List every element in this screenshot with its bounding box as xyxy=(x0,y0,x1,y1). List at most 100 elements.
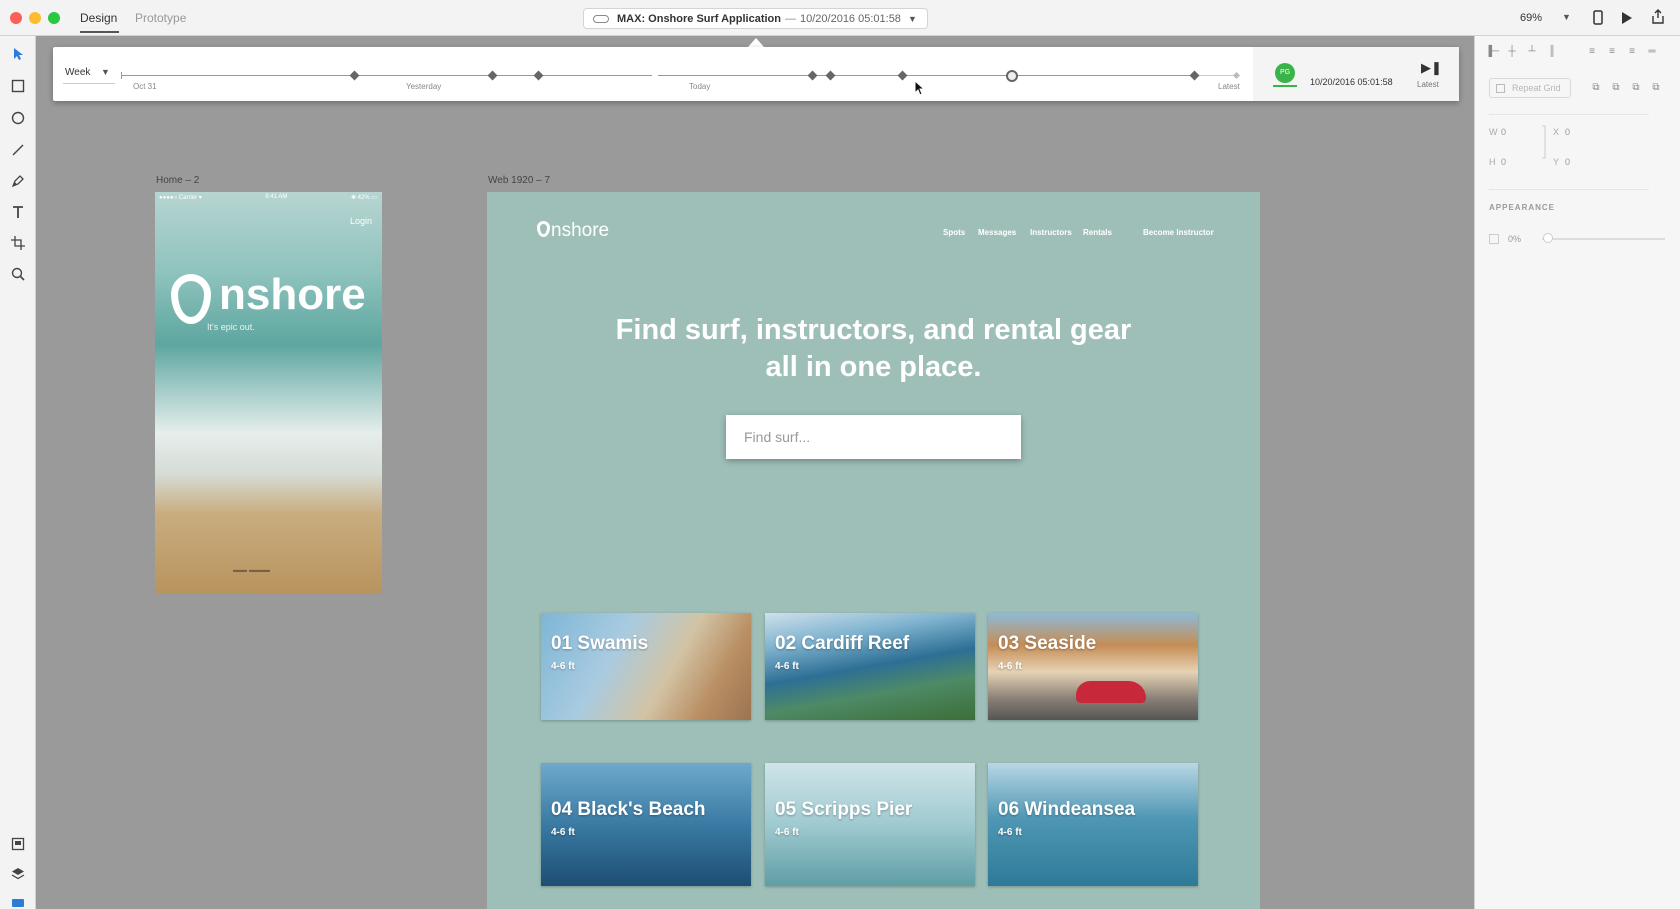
spot-card-wave-height: 4-6 ft xyxy=(551,827,575,838)
property-inspector: ▐─ ┼ ┴ ║ ≡ ≡ ≡ ═ Repeat Grid ⧉ ⧉ ⧉ ⧉ W 0… xyxy=(1474,36,1680,909)
avatar-indicator xyxy=(1273,85,1297,87)
nav-instructors[interactable]: Instructors xyxy=(1030,228,1072,237)
height-label: H xyxy=(1489,157,1496,167)
web-logo[interactable]: nshore xyxy=(537,220,609,242)
login-link[interactable]: Login xyxy=(350,216,372,226)
tools-toolbar xyxy=(0,36,36,909)
repeat-grid-icon xyxy=(1496,84,1505,93)
x-label: X xyxy=(1553,127,1560,137)
spot-card-wave-height: 4-6 ft xyxy=(775,661,799,672)
title-separator: — xyxy=(785,12,796,25)
pen-tool-icon[interactable] xyxy=(10,173,26,189)
version-marker[interactable] xyxy=(825,70,836,81)
align-center-icon[interactable]: ≡ xyxy=(1605,46,1619,58)
artboard-tool-icon[interactable] xyxy=(10,235,26,251)
version-marker[interactable] xyxy=(533,70,544,81)
lock-aspect-icon[interactable] xyxy=(1541,124,1549,160)
headline-line: all in one place. xyxy=(765,351,982,383)
device-preview-icon[interactable] xyxy=(1592,10,1604,26)
share-icon[interactable] xyxy=(1651,9,1665,25)
version-marker[interactable] xyxy=(807,70,818,81)
version-marker[interactable] xyxy=(1189,70,1200,81)
version-marker[interactable] xyxy=(897,70,908,81)
boolean-exclude-icon[interactable]: ⧉ xyxy=(1649,82,1663,94)
artboard-label[interactable]: Web 1920 – 7 xyxy=(488,175,550,186)
align-top-icon[interactable]: ▐─ xyxy=(1485,46,1499,58)
spot-card[interactable]: 01 Swamis 4-6 ft xyxy=(541,613,751,720)
jump-to-latest-icon[interactable]: ▶❚ xyxy=(1421,60,1442,76)
spot-card-wave-height: 4-6 ft xyxy=(998,827,1022,838)
latest-version-marker[interactable] xyxy=(1232,71,1241,80)
zoom-level[interactable]: 69% xyxy=(1520,12,1542,24)
nav-become-instructor[interactable]: Become Instructor xyxy=(1143,228,1214,237)
nav-spots[interactable]: Spots xyxy=(943,228,965,237)
spot-card[interactable]: 04 Black's Beach 4-6 ft xyxy=(541,763,751,886)
chevron-down-icon[interactable]: ▼ xyxy=(1562,12,1571,22)
selected-version-marker[interactable] xyxy=(1006,70,1018,82)
boolean-subtract-icon[interactable]: ⧉ xyxy=(1609,82,1623,94)
spot-card[interactable]: 02 Cardiff Reef 4-6 ft xyxy=(765,613,975,720)
text-tool-icon[interactable] xyxy=(10,204,26,220)
mobile-logo: nshore xyxy=(219,270,366,319)
repeat-grid-button[interactable]: Repeat Grid xyxy=(1489,78,1571,98)
search-input[interactable]: Find surf... xyxy=(726,415,1021,459)
distribute-vertical-icon[interactable]: ║ xyxy=(1545,46,1559,58)
comments-panel-icon[interactable] xyxy=(10,896,26,909)
timeline-label: Yesterday xyxy=(406,82,442,91)
minimize-window-button[interactable] xyxy=(29,12,41,24)
width-label: W xyxy=(1489,127,1498,137)
align-middle-icon[interactable]: ┼ xyxy=(1505,46,1519,58)
height-field[interactable]: 0 xyxy=(1501,157,1506,167)
document-timestamp: 10/20/2016 05:01:58 xyxy=(800,12,901,25)
tab-prototype[interactable]: Prototype xyxy=(135,11,186,25)
x-field[interactable]: 0 xyxy=(1565,127,1570,137)
spot-card[interactable]: 06 Windeansea 4-6 ft xyxy=(988,763,1198,886)
onshore-logo-drop-icon xyxy=(537,221,550,237)
y-field[interactable]: 0 xyxy=(1565,157,1570,167)
jump-to-latest-label[interactable]: Latest xyxy=(1417,80,1439,89)
boolean-add-icon[interactable]: ⧉ xyxy=(1589,82,1603,94)
layers-panel-icon[interactable] xyxy=(10,866,26,882)
spot-card-title: 02 Cardiff Reef xyxy=(775,633,910,654)
assets-panel-icon[interactable] xyxy=(10,836,26,852)
zoom-window-button[interactable] xyxy=(48,12,60,24)
timeline-segment xyxy=(383,75,652,76)
artboard-label[interactable]: Home – 2 xyxy=(156,175,199,186)
select-tool-icon[interactable] xyxy=(10,46,26,62)
rectangle-tool-icon[interactable] xyxy=(10,78,26,94)
avatar: PG xyxy=(1275,63,1295,83)
tab-design[interactable]: Design xyxy=(80,11,117,25)
spot-card[interactable]: 05 Scripps Pier 4-6 ft xyxy=(765,763,975,886)
spot-card-title: 05 Scripps Pier xyxy=(775,799,913,820)
close-window-button[interactable] xyxy=(10,12,22,24)
ellipse-tool-icon[interactable] xyxy=(10,110,26,126)
spot-card-wave-height: 4-6 ft xyxy=(998,661,1022,672)
chevron-down-icon: ▼ xyxy=(907,13,917,24)
opacity-slider-handle[interactable] xyxy=(1543,233,1553,243)
version-marker[interactable] xyxy=(487,70,498,81)
align-left-icon[interactable]: ≡ xyxy=(1585,46,1599,58)
mobile-artboard[interactable]: ●●●●○ Carrier ▾ 9:41 AM ✱ 42% ▭ Login ns… xyxy=(155,192,382,594)
version-marker[interactable] xyxy=(349,70,360,81)
zoom-tool-icon[interactable] xyxy=(10,266,26,282)
distribute-horizontal-icon[interactable]: ═ xyxy=(1645,46,1659,58)
play-icon[interactable] xyxy=(1620,11,1634,25)
line-tool-icon[interactable] xyxy=(10,142,26,158)
boolean-intersect-icon[interactable]: ⧉ xyxy=(1629,82,1643,94)
status-battery: ✱ 42% ▭ xyxy=(350,195,377,201)
web-artboard[interactable]: nshore Spots Messages Instructors Rental… xyxy=(487,192,1260,909)
align-right-icon[interactable]: ≡ xyxy=(1625,46,1639,58)
align-bottom-icon[interactable]: ┴ xyxy=(1525,46,1539,58)
opacity-slider[interactable] xyxy=(1542,238,1665,240)
width-field[interactable]: 0 xyxy=(1501,127,1506,137)
nav-rentals[interactable]: Rentals xyxy=(1083,228,1112,237)
document-title-dropdown[interactable]: MAX: Onshore Surf Application — 10/20/20… xyxy=(583,8,928,29)
nav-messages[interactable]: Messages xyxy=(978,228,1016,237)
spot-card[interactable]: 03 Seaside 4-6 ft xyxy=(988,613,1198,720)
chevron-down-icon[interactable]: ▼ xyxy=(101,67,110,77)
opacity-value[interactable]: 0% xyxy=(1508,234,1521,244)
mobile-footer-link[interactable]: ▬▬ ▬▬▬ xyxy=(233,567,270,574)
timeline-start-tick xyxy=(121,72,122,79)
spot-card-title: 04 Black's Beach xyxy=(551,799,706,820)
history-range-select[interactable]: Week xyxy=(65,67,90,78)
